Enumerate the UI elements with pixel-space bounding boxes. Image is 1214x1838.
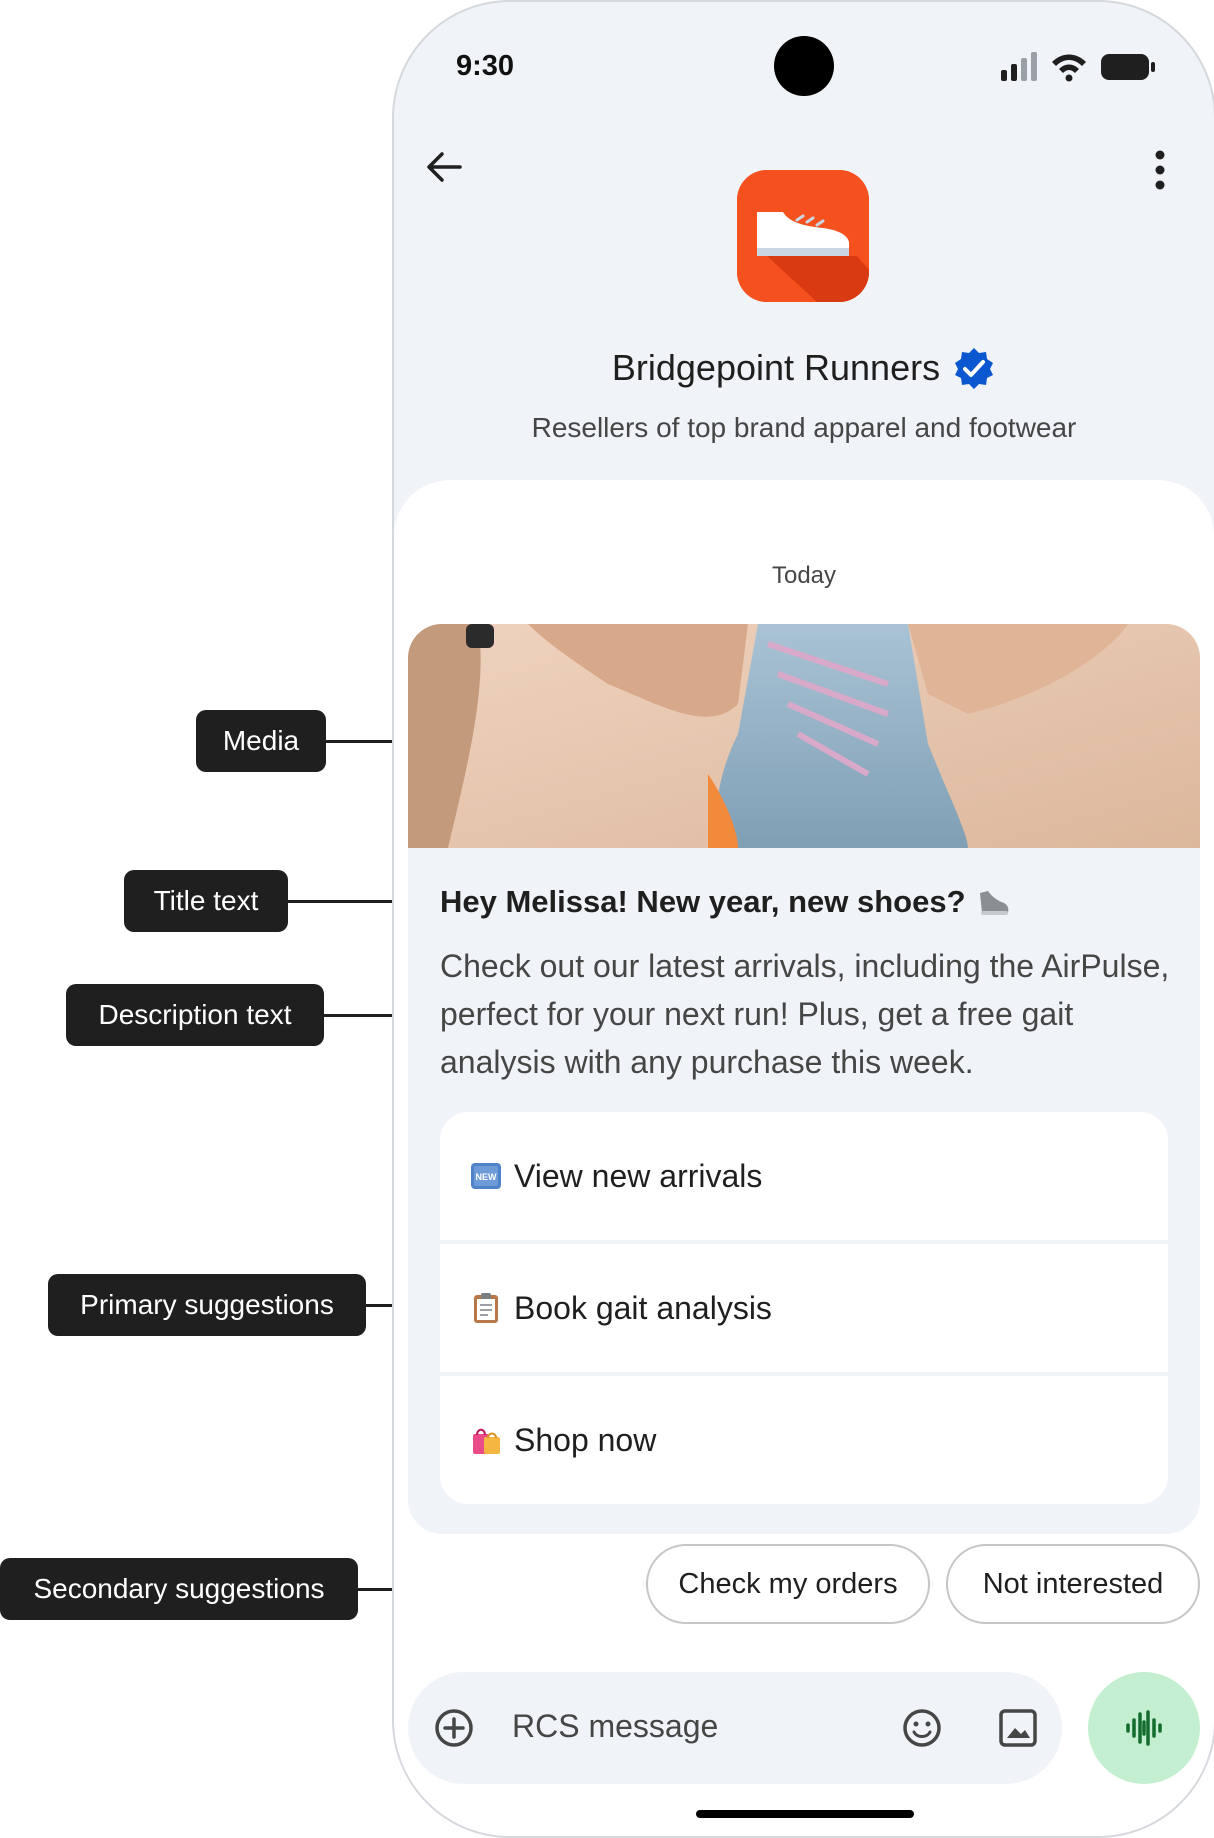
suggestion-label: Book gait analysis [514, 1289, 772, 1326]
voice-message-button[interactable] [1088, 1672, 1200, 1784]
brand-row: Bridgepoint Runners [394, 346, 1214, 390]
secondary-suggestions-callout-label: Secondary suggestions [33, 1573, 325, 1604]
add-attachment-icon[interactable] [434, 1708, 474, 1748]
brand-logo [737, 170, 869, 302]
status-icons [1000, 52, 1156, 82]
suggestion-label: Shop now [514, 1421, 657, 1458]
battery-icon [1101, 54, 1155, 80]
status-time: 9:30 [456, 50, 515, 82]
signal-icon [1001, 52, 1037, 81]
clipboard-emoji-icon [474, 1293, 498, 1323]
shopping-bags-emoji-icon [473, 1428, 500, 1454]
phone-frame: 9:30 Bridgepoint Runners Resellers of to… [392, 0, 1214, 1838]
emoji-picker-icon[interactable] [902, 1708, 942, 1748]
new-emoji-icon: NEW [471, 1163, 501, 1189]
title-text-callout-label: Title text [153, 885, 259, 916]
suggestion-shop-now[interactable]: Shop now [440, 1376, 1168, 1504]
home-indicator[interactable] [696, 1810, 914, 1818]
chip-not-interested[interactable]: Not interested [946, 1544, 1200, 1624]
brand-tagline: Resellers of top brand apparel and footw… [531, 412, 1077, 443]
primary-suggestions-callout: Primary suggestions [48, 1274, 366, 1336]
description-text-callout-label: Description text [98, 999, 292, 1030]
more-options-icon[interactable] [1154, 150, 1166, 190]
front-camera [774, 36, 834, 96]
svg-text:NEW: NEW [476, 1172, 498, 1182]
brand-name: Bridgepoint Runners [611, 347, 941, 388]
chip-label: Check my orders [678, 1567, 898, 1600]
title-text-callout: Title text [124, 870, 288, 932]
card-description: Check out our latest arrivals, including… [440, 948, 1170, 1080]
description-text-callout: Description text [66, 984, 324, 1046]
message-composer[interactable]: RCS message [408, 1672, 1062, 1784]
media-callout-label: Media [222, 725, 300, 756]
wifi-icon [1052, 54, 1086, 82]
date-divider: Today [771, 562, 837, 589]
primary-suggestions-callout-label: Primary suggestions [80, 1289, 334, 1320]
media-callout: Media [196, 710, 326, 772]
back-arrow-icon[interactable] [424, 147, 464, 187]
card-title: Hey Melissa! New year, new shoes? [440, 884, 1010, 920]
running-shoe-emoji-icon [979, 891, 1008, 915]
chip-check-my-orders[interactable]: Check my orders [646, 1544, 930, 1624]
primary-suggestions: NEW View new arrivals Book gait analysis [440, 1112, 1168, 1504]
waveform-icon [1126, 1710, 1162, 1746]
chip-label: Not interested [982, 1567, 1164, 1600]
card-title-text: Hey Melissa! New year, new shoes? [440, 884, 966, 919]
gallery-icon[interactable] [998, 1708, 1038, 1748]
suggestion-book-gait-analysis[interactable]: Book gait analysis [440, 1244, 1168, 1372]
rich-card: Hey Melissa! New year, new shoes? Check … [408, 624, 1200, 1534]
conversation-area: Today Hey Melissa! New year, new shoes? … [394, 480, 1214, 1836]
suggestion-label: View new arrivals [514, 1157, 763, 1194]
secondary-suggestions-callout: Secondary suggestions [0, 1558, 358, 1620]
sneaker-logo-icon [737, 170, 869, 302]
message-input-placeholder[interactable]: RCS message [512, 1708, 718, 1745]
suggestion-view-new-arrivals[interactable]: NEW View new arrivals [440, 1112, 1168, 1240]
card-media-image[interactable] [408, 624, 1200, 848]
verified-badge-icon [955, 348, 994, 389]
